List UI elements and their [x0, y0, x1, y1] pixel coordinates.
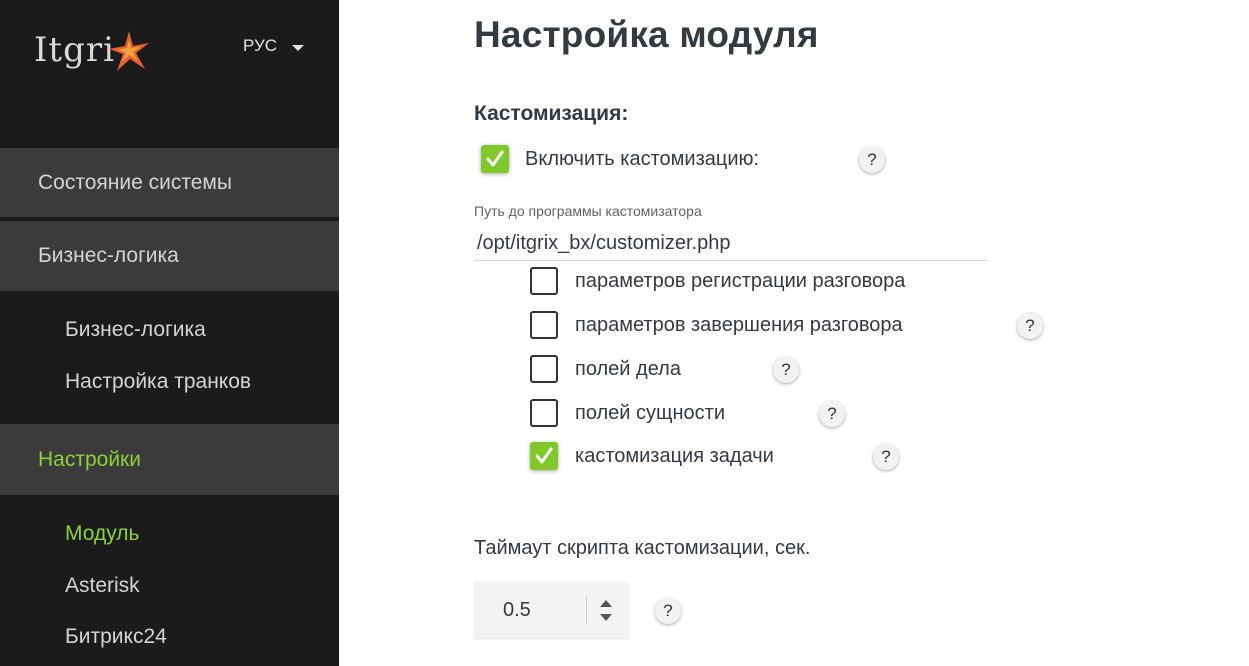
checkmark-icon: [486, 150, 504, 167]
sidebar: Itgri РУС Состояние системы Бизнес-логик…: [0, 0, 339, 666]
call-completion-params-checkbox[interactable]: [530, 311, 558, 339]
enable-customization-checkbox[interactable]: [481, 145, 509, 173]
page-title: Настройка модуля: [474, 14, 819, 55]
logo: Itgri: [34, 22, 184, 78]
decrement-arrow-icon[interactable]: [599, 613, 613, 623]
logo-star-icon: [109, 31, 149, 71]
nav-item-asterisk[interactable]: Asterisk: [65, 571, 140, 601]
nav-section-label: Настройки: [38, 447, 141, 471]
nav-item-trunks[interactable]: Настройка транков: [65, 367, 251, 397]
option-label: кастомизация задачи: [575, 444, 774, 467]
help-icon[interactable]: ?: [859, 147, 885, 173]
path-field-label: Путь до программы кастомизатора: [474, 203, 702, 219]
nav-item-business-logic[interactable]: Бизнес-логика: [65, 315, 206, 345]
customizer-path-input[interactable]: [474, 226, 987, 261]
task-customization-checkbox[interactable]: [530, 442, 558, 470]
help-icon[interactable]: ?: [655, 598, 681, 624]
enable-customization-label: Включить кастомизацию:: [525, 147, 760, 170]
language-selector[interactable]: РУС: [243, 36, 305, 56]
language-label: РУС: [243, 36, 278, 55]
help-icon[interactable]: ?: [1017, 313, 1043, 339]
main-content: Настройка модуля Кастомизация: Включить …: [339, 0, 1249, 666]
call-registration-params-checkbox[interactable]: [530, 267, 558, 295]
option-label: полей дела: [575, 357, 681, 380]
increment-arrow-icon[interactable]: [599, 598, 613, 608]
nav-section-business-logic[interactable]: Бизнес-логика: [0, 221, 339, 291]
chevron-down-icon: [292, 44, 305, 51]
option-row: полей дела: [530, 355, 681, 383]
logo-text: Itgri: [34, 30, 115, 70]
nav-section-system-status[interactable]: Состояние системы: [0, 148, 339, 219]
option-row: параметров завершения разговора: [530, 311, 903, 339]
timeout-label: Таймаут скрипта кастомизации, сек.: [474, 537, 811, 559]
nav-section-settings[interactable]: Настройки: [0, 424, 339, 495]
enable-customization-row: Включить кастомизацию:: [481, 145, 759, 173]
app-window: Itgri РУС Состояние системы Бизнес-логик…: [0, 0, 1249, 666]
option-label: параметров завершения разговора: [575, 313, 903, 336]
nav-item-module[interactable]: Модуль: [65, 519, 139, 549]
checkmark-icon: [535, 447, 553, 464]
option-row: параметров регистрации разговора: [530, 267, 905, 295]
timeout-input[interactable]: [474, 582, 586, 638]
nav-item-bitrix24[interactable]: Битрикс24: [65, 622, 167, 652]
option-row: полей сущности: [530, 399, 725, 427]
option-label: параметров регистрации разговора: [575, 269, 906, 292]
section-title: Кастомизация:: [474, 102, 629, 125]
nav-section-label: Бизнес-логика: [38, 244, 179, 267]
option-row: кастомизация задачи: [530, 442, 774, 470]
help-icon[interactable]: ?: [873, 444, 899, 470]
help-icon[interactable]: ?: [819, 401, 845, 427]
entity-fields-checkbox[interactable]: [530, 399, 558, 427]
activity-fields-checkbox[interactable]: [530, 355, 558, 383]
help-icon[interactable]: ?: [773, 357, 799, 383]
timeout-stepper: [474, 582, 629, 638]
nav-section-label: Состояние системы: [38, 170, 232, 194]
option-label: полей сущности: [575, 401, 725, 424]
stepper-divider: [586, 596, 587, 624]
